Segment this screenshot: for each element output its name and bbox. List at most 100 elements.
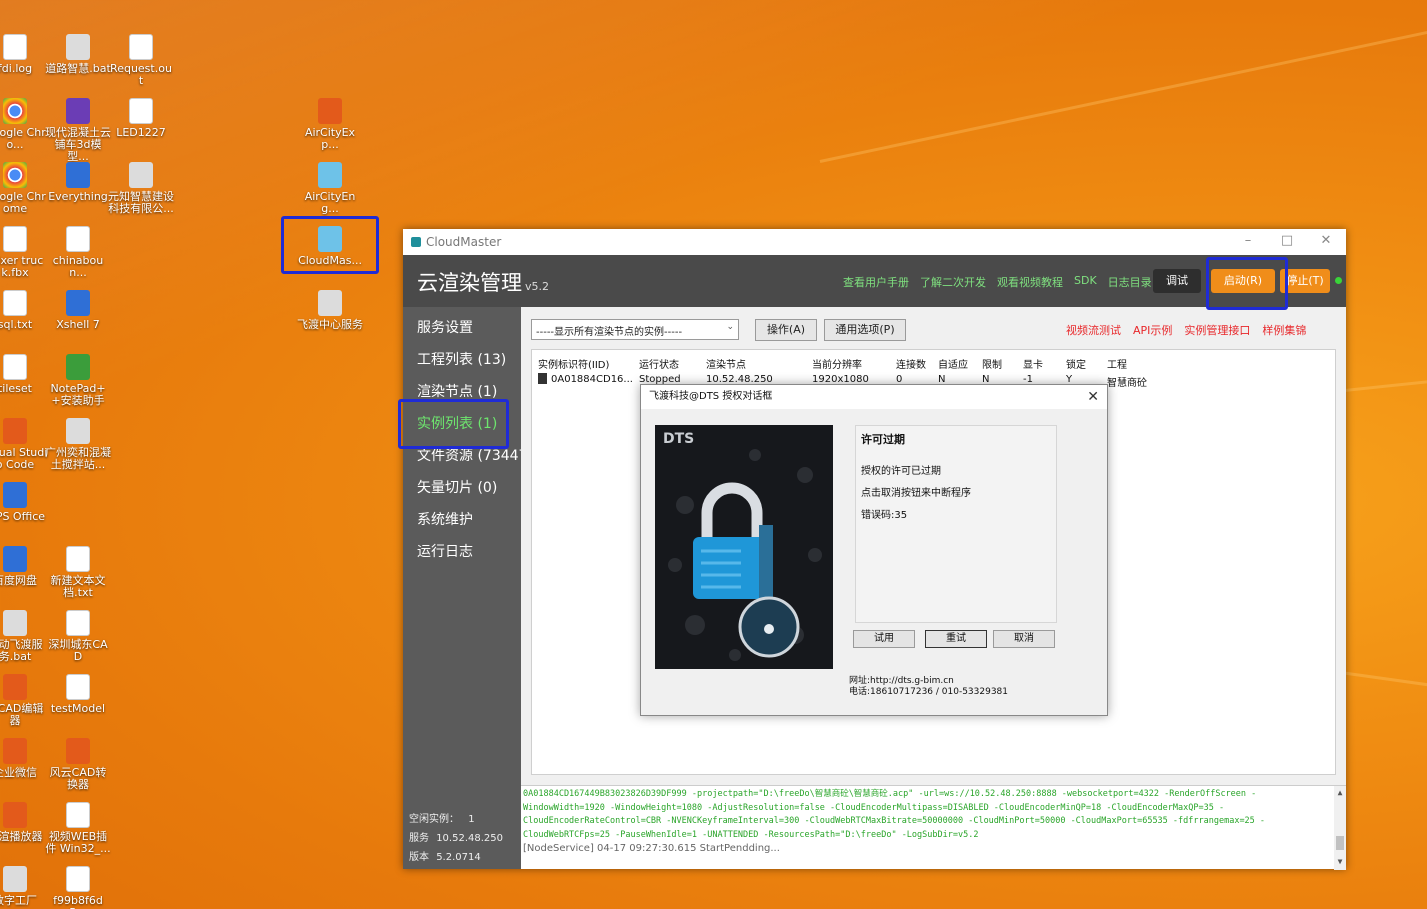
desktop-icon-item[interactable]: 云CAD编辑器 — [0, 674, 48, 727]
desktop-icon-item[interactable]: sql.txt — [0, 290, 48, 331]
desktop-icon-label: 数字工厂 — [0, 894, 37, 907]
sidebar-item-project-list[interactable]: 工程列表 (13) — [417, 349, 506, 369]
desktop-icon-label: 企业微信 — [0, 766, 37, 779]
desktop-icon-label: 视频WEB插件 Win32_... — [45, 830, 111, 855]
desktop-icon-label: mixer truck.fbx — [0, 254, 44, 279]
app-header: 云渲染管理 v5.2 查看用户手册 了解二次开发 观看视频教程 SDK 日志目录… — [403, 255, 1346, 307]
link-sdk[interactable]: SDK — [1074, 274, 1097, 290]
link-api-examples[interactable]: API示例 — [1133, 322, 1172, 338]
desktop-icon-item[interactable]: 新建文本文档.txt — [45, 546, 111, 599]
general-options-button[interactable]: 通用选项(P) — [824, 319, 906, 341]
file-icon — [66, 674, 90, 700]
desktop-icon-label: fdi.log — [0, 62, 33, 75]
maximize-icon[interactable]: □ — [1267, 233, 1307, 251]
link-user-manual[interactable]: 查看用户手册 — [843, 274, 909, 290]
cancel-button[interactable]: 取消 — [993, 630, 1055, 648]
log-scrollbar[interactable]: ▲ ▼ — [1334, 786, 1346, 870]
desktop-icon-item[interactable]: AirCityEng... — [297, 162, 363, 215]
desktop-icon-item[interactable]: f99b8f6d5... — [45, 866, 111, 909]
app-title: 云渲染管理 — [417, 271, 522, 295]
sidebar-item-service-settings[interactable]: 服务设置 — [417, 317, 473, 337]
col-header-resolution[interactable]: 当前分辨率 — [812, 356, 862, 371]
version-label: 版本 — [409, 852, 429, 863]
log-line: CloudEncoderRateControl=CBR -NVENCKeyfra… — [523, 816, 1266, 826]
desktop-icon-item[interactable]: 元知智慧建设科技有限公... — [108, 162, 174, 215]
sidebar-item-vector-tiles[interactable]: 矢量切片 (0) — [417, 477, 497, 497]
desktop-icon-item[interactable]: Google Chro... — [0, 98, 48, 151]
dialog-brand: DTS — [663, 431, 695, 447]
operate-button[interactable]: 操作(A) — [755, 319, 817, 341]
desktop-icon-item[interactable]: 百度网盘 — [0, 546, 48, 587]
window-titlebar[interactable]: CloudMaster – □ ✕ — [403, 229, 1346, 255]
col-header-connections[interactable]: 连接数 — [896, 356, 926, 371]
link-sample-collection[interactable]: 样例集锦 — [1262, 322, 1306, 338]
link-secondary-dev[interactable]: 了解二次开发 — [920, 274, 986, 290]
dialog-titlebar[interactable]: 飞渡科技@DTS 授权对话框 ✕ — [641, 385, 1107, 409]
aircity-explorer-icon — [318, 98, 342, 124]
sidebar-item-system-maintenance[interactable]: 系统维护 — [417, 509, 473, 529]
scroll-thumb[interactable] — [1336, 836, 1344, 850]
desktop-icon-item[interactable]: 飞渡中心服务 — [297, 290, 363, 331]
desktop-icon-item[interactable]: testModel — [45, 674, 111, 715]
desktop-icon-label: WPS Office — [0, 510, 46, 523]
sidebar-item-render-nodes[interactable]: 渲染节点 (1) — [417, 381, 497, 401]
col-header-adaptive[interactable]: 自适应 — [938, 356, 968, 371]
desktop-icon-item[interactable]: Request.out — [108, 34, 174, 87]
retry-button[interactable]: 重试 — [925, 630, 987, 648]
desktop-icon-item[interactable]: AirCityExp... — [297, 98, 363, 151]
trial-button[interactable]: 试用 — [853, 630, 915, 648]
col-header-limit[interactable]: 限制 — [982, 356, 1002, 371]
desktop-icon-item[interactable]: NotePad++安装助手 — [45, 354, 111, 407]
window-title: CloudMaster — [426, 235, 502, 249]
scroll-up-icon[interactable]: ▲ — [1334, 786, 1346, 800]
close-icon[interactable]: ✕ — [1306, 233, 1346, 251]
desktop-icon-item[interactable]: Xshell 7 — [45, 290, 111, 331]
col-header-status[interactable]: 运行状态 — [639, 356, 679, 371]
desktop-icon-item[interactable]: WPS Office — [0, 482, 48, 523]
link-video-stream-test[interactable]: 视频流测试 — [1066, 322, 1121, 338]
col-header-lock[interactable]: 锁定 — [1066, 356, 1086, 371]
scroll-down-icon[interactable]: ▼ — [1334, 855, 1346, 869]
run-log-panel[interactable]: 0A01884CD167449B83023826D39DF999 -projec… — [521, 785, 1346, 870]
link-video-tutorial[interactable]: 观看视频教程 — [997, 274, 1063, 290]
desktop-icon-label: Everything — [48, 190, 108, 203]
col-header-node[interactable]: 渲染节点 — [706, 356, 746, 371]
desktop-icon-label: 百度网盘 — [0, 574, 37, 587]
desktop-icon-item[interactable]: 广州奕和混凝土搅拌站... — [45, 418, 111, 471]
desktop-icon-item[interactable]: fdi.log — [0, 34, 48, 75]
highlight-start-button — [1206, 257, 1288, 310]
wps-icon — [3, 482, 27, 508]
desktop-icon-item[interactable]: tileset — [0, 354, 48, 395]
desktop-icon-item[interactable]: 启动飞渡服务.bat — [0, 610, 48, 663]
desktop-icon-item[interactable]: chinaboun... — [45, 226, 111, 279]
padlock-key-icon — [668, 449, 822, 661]
desktop-icon-item[interactable]: 深圳城东CAD — [45, 610, 111, 663]
desktop-icon-label: tileset — [0, 382, 32, 395]
desktop-icon-item[interactable]: 企业微信 — [0, 738, 48, 779]
desktop-icon-item[interactable]: 视频WEB插件 Win32_... — [45, 802, 111, 855]
license-message-line: 授权的许可已过期 — [861, 466, 941, 477]
desktop-icon-item[interactable]: Visual Studio Code — [0, 418, 48, 471]
col-header-project[interactable]: 工程 — [1107, 356, 1127, 371]
desktop-icon-item[interactable]: 道路智慧.bat — [45, 34, 111, 75]
node-filter-select[interactable]: -----显示所有渲染节点的实例----- ⌄ — [531, 319, 739, 340]
dialog-close-icon[interactable]: ✕ — [1087, 385, 1099, 409]
desktop-icon-item[interactable]: Everything — [45, 162, 111, 203]
col-header-gpu[interactable]: 显卡 — [1023, 356, 1043, 371]
notepad-plus-icon — [66, 354, 90, 380]
col-header-iid[interactable]: 实例标识符(IID) — [538, 356, 609, 371]
desktop-icon-item[interactable]: Google Chrome — [0, 162, 48, 215]
desktop-icon-item[interactable]: 数字工厂 — [0, 866, 48, 907]
desktop-icon-item[interactable]: mixer truck.fbx — [0, 226, 48, 279]
link-instance-api[interactable]: 实例管理接口 — [1184, 322, 1250, 338]
desktop-icon-item[interactable]: 现代混凝土云铺车3d模型... — [45, 98, 111, 163]
desktop-icon-item[interactable]: LED1227 — [108, 98, 174, 139]
desktop-icon-item[interactable]: 云渲播放器 — [0, 802, 48, 843]
link-log-directory[interactable]: 日志目录 — [1108, 274, 1152, 290]
minimize-icon[interactable]: – — [1228, 233, 1268, 251]
debug-button[interactable]: 调试 — [1153, 269, 1201, 293]
desktop-icon-item[interactable]: 风云CAD转换器 — [45, 738, 111, 791]
service-address: 服务 10.52.48.250 — [409, 829, 503, 844]
sidebar-item-run-log[interactable]: 运行日志 — [417, 541, 473, 561]
log-line: 0A01884CD167449B83023826D39DF999 -projec… — [523, 789, 1257, 799]
